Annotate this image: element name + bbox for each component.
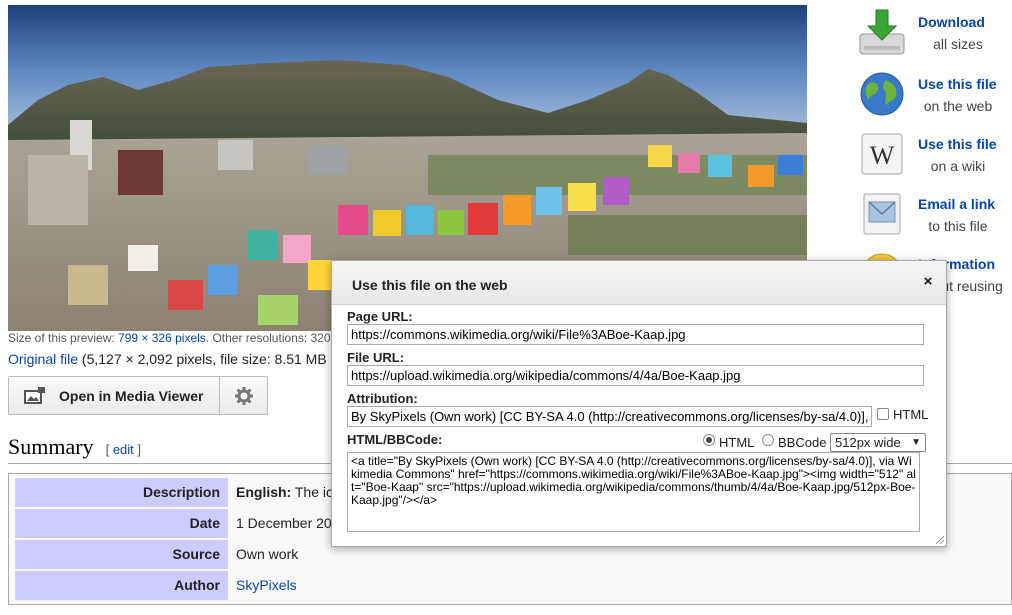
row-label-description: Description: [15, 478, 228, 507]
row-value-date: 1 December 201: [236, 515, 340, 531]
original-file-line: Original file (5,127 × 2,092 pixels, fil…: [8, 351, 327, 367]
image-icon: [24, 386, 45, 404]
row-value-description: English: The ico: [228, 478, 341, 507]
original-file-info: (5,127 × 2,092 pixels, file size: 8.51 M…: [78, 351, 327, 367]
chevron-down-icon: ▼: [911, 437, 921, 448]
row-value-source: Own work: [236, 546, 299, 562]
wikipedia-icon: W: [861, 133, 903, 175]
embed-code-textarea[interactable]: <a title="By SkyPixels (Own work) [CC BY…: [347, 452, 920, 532]
row-value-author: SkyPixels: [228, 571, 297, 600]
gear-icon: [234, 386, 253, 405]
html-bbcode-label: HTML/BBCode:: [347, 432, 443, 447]
tool-use-on-web-title: Use this file: [918, 76, 997, 92]
tool-download-title: Download: [918, 14, 985, 30]
edit-section: [ edit ]: [106, 442, 141, 457]
description-language: English:: [236, 484, 292, 500]
open-media-viewer-button[interactable]: Open in Media Viewer: [8, 376, 220, 415]
tool-use-on-web-subtitle: on the web: [923, 98, 993, 114]
preview-caption-prefix: Size of this preview:: [8, 331, 119, 345]
page-url-field[interactable]: https://commons.wikimedia.org/wiki/File%…: [347, 324, 924, 345]
tool-download-subtitle: all sizes: [933, 36, 983, 52]
attribution-label: Attribution:: [347, 391, 418, 406]
row-label-date: Date: [15, 509, 228, 538]
media-viewer-bar: Open in Media Viewer: [8, 376, 268, 415]
tool-use-on-wiki[interactable]: W Use this file on a wiki: [856, 130, 1012, 182]
file-url-label: File URL:: [347, 350, 405, 365]
file-url-field[interactable]: https://upload.wikimedia.org/wikipedia/c…: [347, 365, 924, 386]
page-url-label: Page URL:: [347, 309, 413, 324]
tool-download[interactable]: Download all sizes: [856, 8, 1012, 60]
author-link[interactable]: SkyPixels: [236, 577, 297, 593]
dialog-header: Use this file on the web ×: [332, 261, 946, 305]
tool-use-on-web[interactable]: Use this file on the web: [856, 70, 1012, 122]
edit-summary-link[interactable]: edit: [113, 442, 134, 457]
edit-bracket-close: ]: [137, 442, 142, 457]
preview-size-caption: Size of this preview: 799 × 326 pixels. …: [8, 331, 331, 345]
summary-title: Summary: [8, 434, 94, 459]
format-bbcode-label: BBCode: [778, 435, 827, 450]
preview-size-link[interactable]: 799 × 326 pixels: [118, 331, 206, 345]
tool-use-on-wiki-subtitle: on a wiki: [930, 158, 986, 174]
tool-email-link-title: Email a link: [918, 196, 996, 212]
close-icon[interactable]: ×: [921, 274, 935, 289]
tool-email-link[interactable]: Email a link to this file: [856, 190, 1012, 242]
download-icon: [859, 9, 905, 55]
table-row: Author SkyPixels: [15, 571, 1012, 600]
resize-handle-icon[interactable]: [934, 534, 944, 544]
tool-email-link-subtitle: to this file: [928, 218, 988, 234]
attribution-field[interactable]: By SkyPixels (Own work) [CC BY-SA 4.0 (h…: [347, 406, 872, 427]
attribution-html-label: HTML: [893, 407, 929, 422]
attribution-html-checkbox[interactable]: [877, 408, 889, 420]
row-label-source: Source: [15, 540, 228, 569]
preview-caption-suffix: . Other resolutions: 320: [205, 331, 331, 345]
open-media-viewer-label: Open in Media Viewer: [59, 387, 204, 404]
format-html-label: HTML: [719, 435, 755, 450]
use-file-on-web-dialog: Use this file on the web × Page URL: htt…: [331, 260, 947, 547]
image-width-select[interactable]: 512px wide ▼: [830, 433, 926, 452]
format-html-radio[interactable]: [703, 434, 715, 446]
email-icon: [863, 193, 901, 235]
format-bbcode-radio[interactable]: [762, 434, 774, 446]
globe-icon: [860, 72, 904, 116]
image-width-value: 512px wide: [835, 435, 901, 450]
dialog-title: Use this file on the web: [352, 277, 508, 293]
edit-bracket-open: [: [105, 442, 110, 457]
row-label-author: Author: [15, 571, 228, 600]
original-file-link[interactable]: Original file: [8, 351, 78, 367]
tool-use-on-wiki-title: Use this file: [918, 136, 997, 152]
svg-text:W: W: [870, 141, 895, 170]
media-viewer-settings-button[interactable]: [220, 376, 268, 415]
